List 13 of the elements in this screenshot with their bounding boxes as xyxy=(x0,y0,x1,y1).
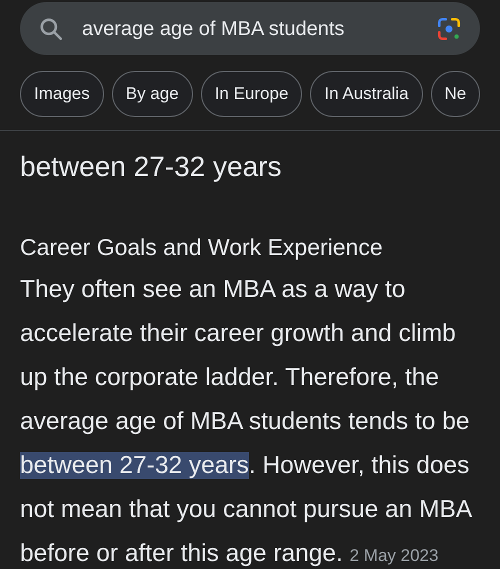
search-icon xyxy=(38,16,64,42)
filter-chip[interactable]: In Europe xyxy=(200,71,302,117)
filter-chip[interactable]: By age xyxy=(112,71,193,117)
filter-chip[interactable]: In Australia xyxy=(310,71,423,117)
date-text: 2 May 2023 xyxy=(350,546,438,565)
answer-title: between 27-32 years xyxy=(20,150,283,184)
filter-chip[interactable]: Images xyxy=(20,71,104,117)
camera-lens-icon[interactable] xyxy=(436,16,462,42)
search-input[interactable]: average age of MBA students xyxy=(82,14,418,44)
section-heading: Career Goals and Work Experience xyxy=(20,233,384,262)
snippet-text: They often see an MBA as a way to accelerate their career growth and climb up the corporate ladder. Therefore, the average age of MBA students tends to be between 27-32 years. However, this does not mean that you cannot pursue an MBA before or after this age range. 2 May 2023 xyxy=(20,275,472,569)
filter-chip[interactable]: Ne xyxy=(430,71,480,117)
search-field[interactable]: average age of MBA students xyxy=(20,2,480,55)
